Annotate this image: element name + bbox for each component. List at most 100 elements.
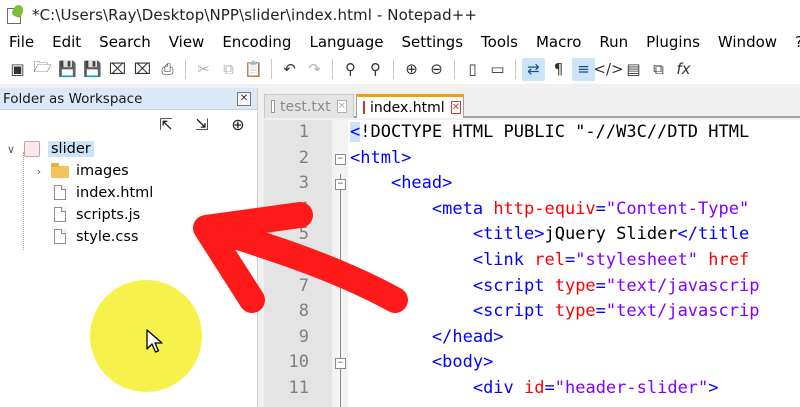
tab-close-button[interactable]: ✕ [336, 100, 347, 113]
code-token: "stylesheet" [575, 250, 709, 270]
fold-toggle-icon[interactable]: − [335, 358, 346, 370]
toolbar: ▣ 🗁 💾 💾 ⌧ ⌧ ⎙ ✂ ⧉ 📋 ↶ ↷ ⚲ ⚲ ⊕ ⊖ ▯ ▭ ⇄ ¶ … [0, 54, 800, 84]
code-line[interactable]: 10 − <body> [264, 352, 800, 378]
fold-toggle-icon[interactable]: − [335, 179, 346, 191]
zoom-out-icon[interactable]: ⊖ [425, 58, 448, 81]
tree-item-label: images [76, 163, 129, 179]
menu-file[interactable]: File [0, 33, 43, 51]
code-text: <html> [350, 148, 411, 168]
function-list-icon[interactable]: fx [672, 58, 695, 81]
sync-vertical-icon[interactable]: ▯ [461, 58, 484, 81]
menu-window[interactable]: Window [709, 33, 786, 51]
new-file-icon[interactable]: ▣ [6, 58, 29, 81]
close-all-icon[interactable]: ⌧ [131, 58, 154, 81]
save-icon[interactable]: 💾 [56, 58, 79, 81]
code-line[interactable]: 9 </head> [264, 327, 800, 353]
menu-bar: File Edit Search View Encoding Language … [0, 30, 800, 54]
chevron-right-icon[interactable]: › [32, 165, 46, 178]
tree-root-label: slider [48, 141, 94, 157]
code-text: <!DOCTYPE HTML PUBLIC "-//W3C//DTD HTML [350, 122, 749, 142]
undo-icon[interactable]: ↶ [278, 58, 301, 81]
code-line[interactable]: 7 <script type="text/javascrip [264, 276, 800, 302]
close-icon[interactable]: ⌧ [106, 58, 129, 81]
paste-icon[interactable]: 📋 [242, 58, 265, 81]
menu-view[interactable]: View [160, 33, 214, 51]
show-all-chars-icon[interactable]: ¶ [547, 58, 570, 81]
code-line[interactable]: 11 <div id="header-slider"> [264, 378, 800, 404]
menu-run[interactable]: Run [590, 33, 637, 51]
line-number: 11 [288, 378, 309, 398]
map-icon[interactable]: ▤ [622, 58, 645, 81]
panel-title: Folder as Workspace [3, 90, 143, 107]
code-line[interactable]: 5 <title>jQuery Slider</title [264, 224, 800, 250]
menu-edit[interactable]: Edit [43, 33, 90, 51]
menu-help[interactable]: ? [786, 33, 800, 51]
line-number: 2 [298, 147, 309, 168]
replace-icon[interactable]: ⚲ [364, 58, 387, 81]
chevron-down-icon[interactable]: ∨ [4, 143, 18, 156]
tree-item-style-css[interactable]: style.css [50, 226, 138, 248]
line-number: 1 [298, 122, 309, 142]
code-text: <title>jQuery Slider</title [350, 224, 749, 244]
code-token: <body> [431, 352, 494, 373]
code-token: href [708, 250, 750, 270]
tree-root-slider[interactable]: ∨ slider [4, 138, 94, 160]
code-token: <head> [390, 173, 453, 194]
tab-index-html[interactable]: index.html ✕ [356, 94, 464, 118]
code-token: rel [534, 250, 565, 270]
code-token: </title [677, 224, 750, 245]
file-icon [50, 229, 70, 245]
code-token: = [595, 301, 606, 322]
menu-settings[interactable]: Settings [393, 33, 473, 51]
menu-encoding[interactable]: Encoding [213, 33, 300, 51]
locate-icon[interactable]: ⊕ [227, 113, 249, 135]
tree-item-images[interactable]: › images [32, 160, 129, 182]
line-number: 9 [298, 326, 309, 347]
word-wrap-icon[interactable]: ⇄ [522, 57, 545, 81]
tab-label: index.html [370, 99, 445, 116]
menu-plugins[interactable]: Plugins [637, 33, 709, 51]
code-line[interactable]: 1 <!DOCTYPE HTML PUBLIC "-//W3C//DTD HTML [264, 122, 800, 148]
expand-all-icon[interactable]: ⇲ [191, 113, 213, 135]
redo-icon[interactable]: ↷ [303, 58, 326, 81]
indent-guide-icon[interactable]: ≡ [572, 57, 595, 81]
line-number: 7 [298, 275, 309, 296]
sync-horizontal-icon[interactable]: ▭ [486, 58, 509, 81]
code-line[interactable]: 8 <script type="text/javascrip [264, 301, 800, 327]
xml-tag-icon[interactable]: </> [593, 58, 623, 81]
zoom-in-icon[interactable]: ⊕ [400, 58, 423, 81]
open-folder-icon[interactable]: 🗁 [31, 58, 54, 81]
code-token: http-equiv [493, 198, 596, 219]
file-icon [50, 207, 70, 223]
code-line[interactable]: 6 <link rel="stylesheet" href [264, 250, 800, 276]
toolbar-separator [515, 59, 516, 79]
doc-list-icon[interactable]: ⧉ [647, 58, 670, 81]
title-bar: *C:\Users\Ray\Desktop\NPP\slider\index.h… [0, 0, 800, 30]
panel-close-button[interactable]: ✕ [237, 91, 251, 106]
print-icon[interactable]: ⎙ [156, 58, 179, 81]
project-folder-icon [22, 141, 42, 157]
fold-toggle-icon[interactable]: − [335, 153, 346, 165]
code-token: !DOCTYPE HTML PUBLIC "-//W3C//DTD HTML [360, 122, 750, 142]
code-line[interactable]: 2 − <html> [264, 148, 800, 174]
find-icon[interactable]: ⚲ [339, 58, 362, 81]
code-line[interactable]: 3 − <head> [264, 173, 800, 199]
tree-guide-line [23, 152, 24, 250]
menu-search[interactable]: Search [90, 33, 160, 51]
code-line[interactable]: 4 <meta http-equiv="Content-Type" [264, 199, 800, 225]
tree-item-scripts-js[interactable]: scripts.js [50, 204, 140, 226]
code-token: jQuery Slider [544, 224, 678, 245]
tree-item-index-html[interactable]: index.html [50, 182, 153, 204]
menu-macro[interactable]: Macro [527, 33, 590, 51]
copy-icon[interactable]: ⧉ [217, 58, 240, 81]
code-editor[interactable]: 1 <!DOCTYPE HTML PUBLIC "-//W3C//DTD HTML… [264, 120, 800, 407]
collapse-all-icon[interactable]: ⇱ [155, 113, 177, 135]
save-all-icon[interactable]: 💾 [81, 58, 104, 81]
menu-language[interactable]: Language [300, 33, 392, 51]
tab-test-txt[interactable]: test.txt ✕ [264, 94, 354, 118]
cut-icon[interactable]: ✂ [192, 58, 215, 81]
tab-close-button[interactable]: ✕ [450, 101, 462, 114]
menu-tools[interactable]: Tools [472, 33, 527, 51]
